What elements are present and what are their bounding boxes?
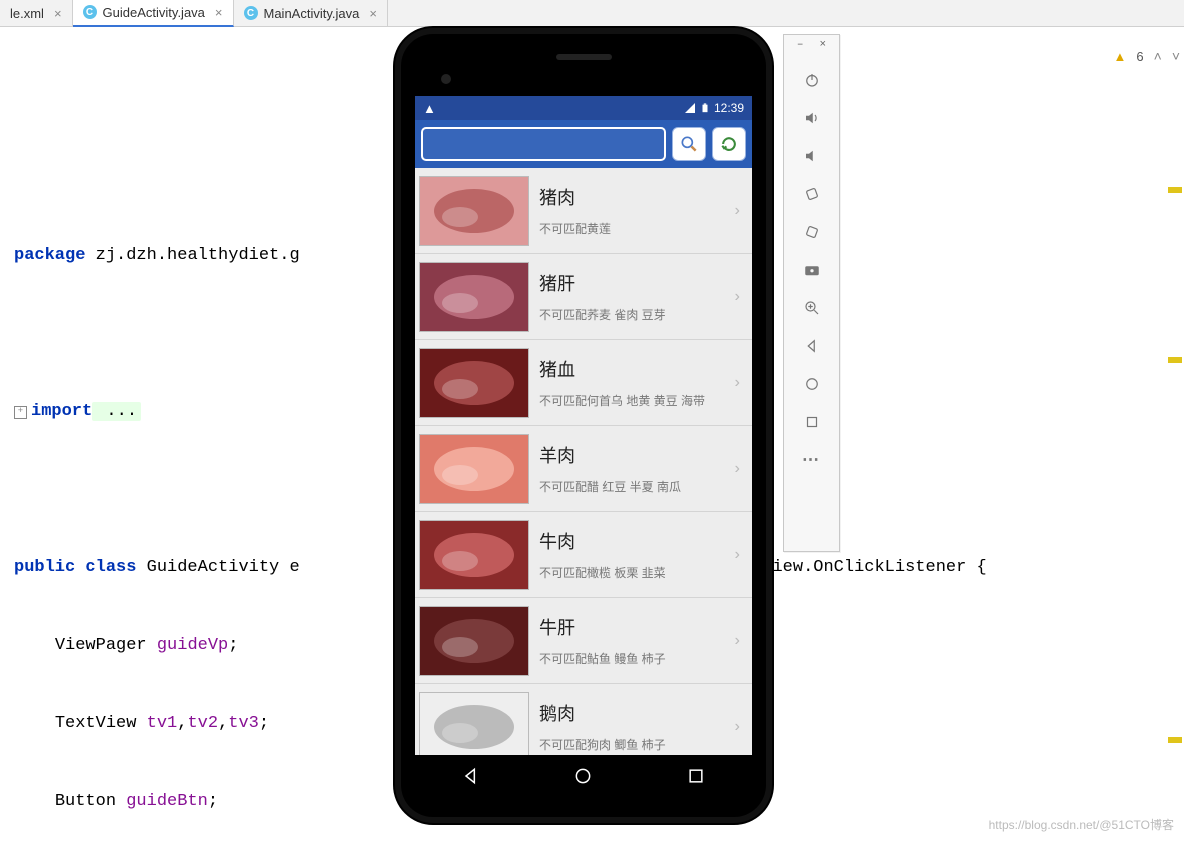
food-thumbnail — [419, 606, 529, 676]
food-title: 猪肉 — [539, 184, 732, 210]
editor-tabs: le.xml × C GuideActivity.java × C MainAc… — [0, 0, 1184, 27]
list-item-text: 牛肝不可匹配鲇鱼 鳗鱼 柿子 — [539, 614, 732, 667]
java-class-icon: C — [83, 5, 97, 19]
list-item-text: 猪肉不可匹配黄莲 — [539, 184, 732, 237]
close-icon[interactable]: × — [54, 6, 62, 21]
list-item[interactable]: 牛肝不可匹配鲇鱼 鳗鱼 柿子› — [415, 597, 752, 683]
food-title: 牛肉 — [539, 528, 732, 554]
emulator-screen[interactable]: ▲ 12:39 猪肉不可匹配黄莲›猪肝不可匹配荞麦 雀肉 豆芽›猪血不可匹配何首… — [415, 96, 752, 755]
rotate-left-icon[interactable] — [799, 181, 825, 207]
chevron-right-icon: › — [732, 288, 742, 306]
volume-down-icon[interactable] — [799, 143, 825, 169]
list-item-text: 鹅肉不可匹配狗肉 鲫鱼 柿子 — [539, 700, 732, 753]
zoom-icon[interactable] — [799, 295, 825, 321]
food-subtitle: 不可匹配橄榄 板栗 韭菜 — [539, 564, 732, 581]
chevron-right-icon: › — [732, 632, 742, 650]
fold-icon[interactable]: + — [14, 406, 27, 419]
chevron-right-icon: › — [732, 718, 742, 736]
list-item-text: 牛肉不可匹配橄榄 板栗 韭菜 — [539, 528, 732, 581]
close-icon[interactable]: × — [820, 39, 827, 51]
emulator-control-panel: – × ⋯ — [783, 34, 840, 552]
food-thumbnail — [419, 692, 529, 756]
overview-icon[interactable] — [686, 766, 706, 792]
tab-label: MainActivity.java — [264, 6, 360, 21]
close-icon[interactable]: × — [215, 5, 223, 20]
food-subtitle: 不可匹配狗肉 鲫鱼 柿子 — [539, 736, 732, 753]
back-icon[interactable] — [799, 333, 825, 359]
tab-label: le.xml — [10, 6, 44, 21]
list-item[interactable]: 羊肉不可匹配醋 红豆 半夏 南瓜› — [415, 425, 752, 511]
food-thumbnail — [419, 434, 529, 504]
tab-label: GuideActivity.java — [103, 5, 205, 20]
java-class-icon: C — [244, 6, 258, 20]
list-item[interactable]: 猪肉不可匹配黄莲› — [415, 168, 752, 253]
search-button[interactable] — [672, 127, 706, 161]
home-icon[interactable] — [799, 371, 825, 397]
android-statusbar: ▲ 12:39 — [415, 96, 752, 120]
rotate-right-icon[interactable] — [799, 219, 825, 245]
battery-icon — [700, 102, 710, 114]
food-thumbnail — [419, 262, 529, 332]
warning-icon: ▲ — [1114, 37, 1127, 76]
chevron-up-icon[interactable]: ˄ — [1154, 37, 1162, 76]
list-item[interactable]: 猪肝不可匹配荞麦 雀肉 豆芽› — [415, 253, 752, 339]
more-icon[interactable]: ⋯ — [799, 447, 825, 473]
chevron-right-icon: › — [732, 202, 742, 220]
back-icon[interactable] — [461, 766, 481, 792]
chevron-down-icon[interactable]: ˅ — [1172, 37, 1180, 76]
gutter-warning-marker[interactable] — [1168, 357, 1182, 363]
phone-camera — [441, 74, 451, 84]
food-thumbnail — [419, 348, 529, 418]
list-item-text: 猪血不可匹配何首乌 地黄 黄豆 海带 — [539, 356, 732, 409]
overview-icon[interactable] — [799, 409, 825, 435]
tab-le-xml[interactable]: le.xml × — [0, 0, 73, 26]
home-icon[interactable] — [573, 766, 593, 792]
list-item-text: 羊肉不可匹配醋 红豆 半夏 南瓜 — [539, 442, 732, 495]
gutter-warning-marker[interactable] — [1168, 737, 1182, 743]
refresh-button[interactable] — [712, 127, 746, 161]
list-item[interactable]: 猪血不可匹配何首乌 地黄 黄豆 海带› — [415, 339, 752, 425]
food-subtitle: 不可匹配何首乌 地黄 黄豆 海带 — [539, 392, 732, 409]
android-navbar — [415, 755, 752, 803]
food-subtitle: 不可匹配荞麦 雀肉 豆芽 — [539, 306, 732, 323]
food-thumbnail — [419, 520, 529, 590]
list-item[interactable]: 鹅肉不可匹配狗肉 鲫鱼 柿子› — [415, 683, 752, 755]
status-time: 12:39 — [714, 101, 744, 115]
volume-up-icon[interactable] — [799, 105, 825, 131]
chevron-right-icon: › — [732, 374, 742, 392]
food-title: 鹅肉 — [539, 700, 732, 726]
food-title: 猪肝 — [539, 270, 732, 296]
food-thumbnail — [419, 176, 529, 246]
power-icon[interactable] — [799, 67, 825, 93]
watermark: https://blog.csdn.net/@51CTO博客 — [989, 816, 1174, 833]
food-list[interactable]: 猪肉不可匹配黄莲›猪肝不可匹配荞麦 雀肉 豆芽›猪血不可匹配何首乌 地黄 黄豆 … — [415, 168, 752, 755]
food-title: 羊肉 — [539, 442, 732, 468]
chevron-right-icon: › — [732, 460, 742, 478]
chevron-right-icon: › — [732, 546, 742, 564]
gutter-warning-marker[interactable] — [1168, 187, 1182, 193]
list-item-text: 猪肝不可匹配荞麦 雀肉 豆芽 — [539, 270, 732, 323]
inspection-status[interactable]: ▲ 6 ˄ ˅ — [1114, 37, 1180, 76]
minimize-icon[interactable]: – — [797, 39, 804, 51]
food-subtitle: 不可匹配黄莲 — [539, 220, 732, 237]
list-item[interactable]: 牛肉不可匹配橄榄 板栗 韭菜› — [415, 511, 752, 597]
warning-icon: ▲ — [423, 101, 436, 116]
close-icon[interactable]: × — [369, 6, 377, 21]
food-title: 猪血 — [539, 356, 732, 382]
emulator-device: ▲ 12:39 猪肉不可匹配黄莲›猪肝不可匹配荞麦 雀肉 豆芽›猪血不可匹配何首… — [395, 28, 772, 823]
signal-icon — [684, 102, 696, 114]
app-toolbar — [415, 120, 752, 168]
tab-mainactivity[interactable]: C MainActivity.java × — [234, 0, 388, 26]
food-title: 牛肝 — [539, 614, 732, 640]
food-subtitle: 不可匹配鲇鱼 鳗鱼 柿子 — [539, 650, 732, 667]
phone-speaker — [556, 54, 612, 60]
tab-guideactivity[interactable]: C GuideActivity.java × — [73, 0, 234, 27]
food-subtitle: 不可匹配醋 红豆 半夏 南瓜 — [539, 478, 732, 495]
warning-count: 6 — [1136, 37, 1143, 76]
camera-icon[interactable] — [799, 257, 825, 283]
search-input[interactable] — [421, 127, 666, 161]
